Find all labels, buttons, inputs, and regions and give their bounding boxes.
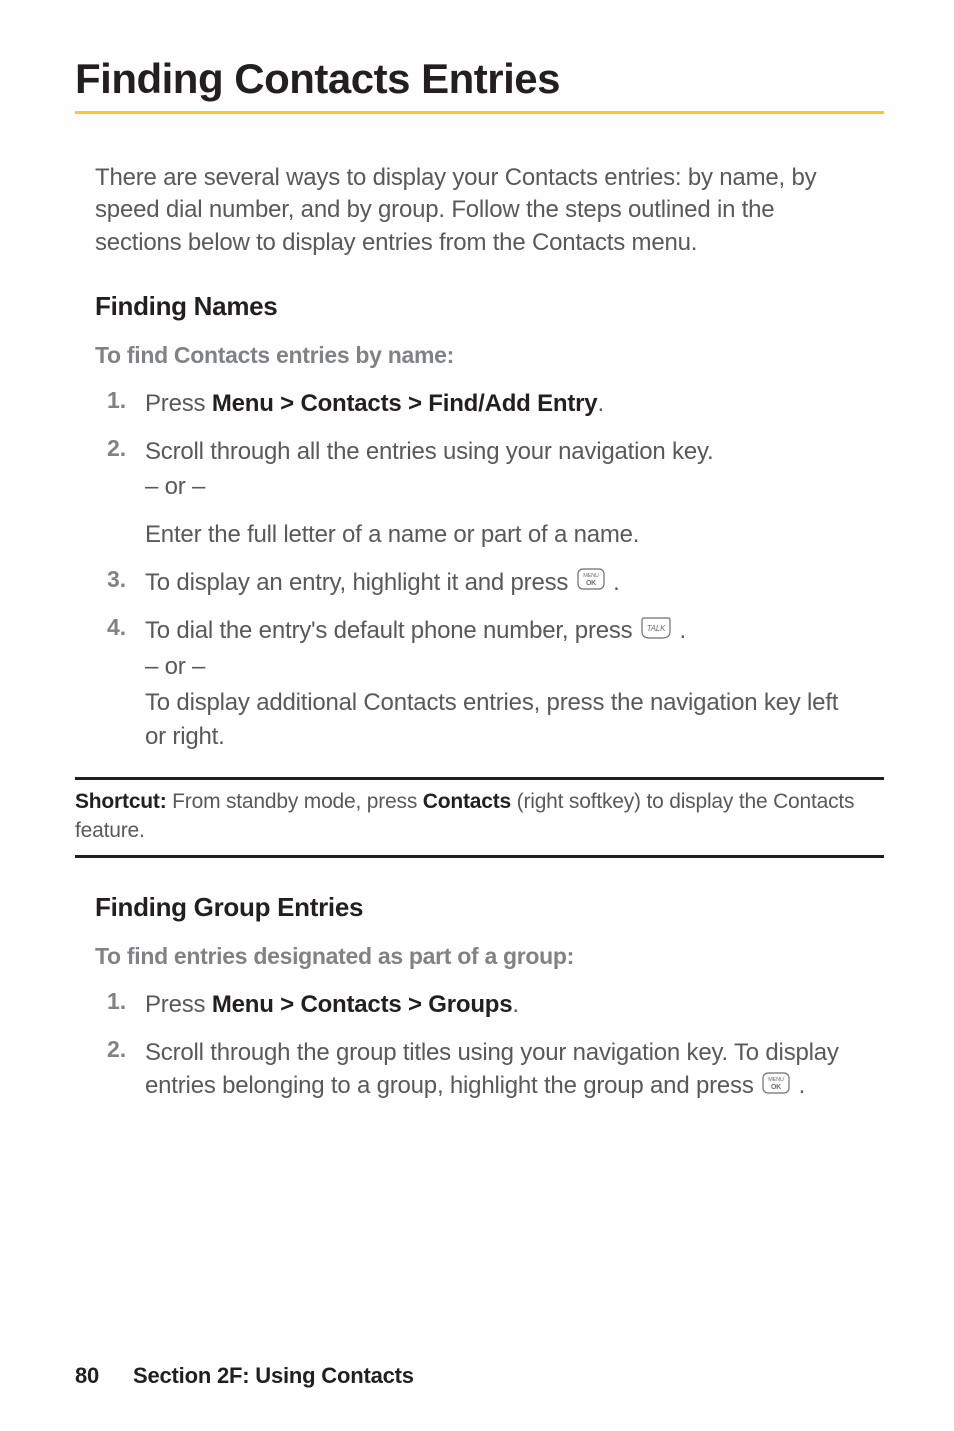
menu-ok-key-icon: MENUOK xyxy=(762,1070,790,1104)
step-sub: Enter the full letter of a name or part … xyxy=(145,518,864,552)
step-post: . xyxy=(597,390,603,417)
step-item: 1. Press Menu > Contacts > Find/Add Entr… xyxy=(95,387,864,421)
step-text: To dial the entry's default phone number… xyxy=(145,614,864,753)
step-item: 3. To display an entry, highlight it and… xyxy=(95,566,864,600)
step-bold: Menu > Contacts > Find/Add Entry xyxy=(212,390,598,417)
step-item: 4. To dial the entry's default phone num… xyxy=(95,614,864,753)
step-text: Press Menu > Contacts > Groups. xyxy=(145,988,864,1022)
step-main: To dial the entry's default phone number… xyxy=(145,617,639,644)
step-number: 4. xyxy=(95,614,145,641)
talk-key-icon: TALK xyxy=(641,615,671,649)
step-post: . xyxy=(512,991,518,1018)
menu-ok-key-icon: MENUOK xyxy=(577,566,605,600)
svg-text:TALK: TALK xyxy=(647,624,666,633)
page-number: 80 xyxy=(75,1363,99,1388)
page-footer: 80 Section 2F: Using Contacts xyxy=(75,1363,414,1389)
section-label: Section 2F: Using Contacts xyxy=(133,1363,414,1388)
shortcut-callout: Shortcut: From standby mode, press Conta… xyxy=(75,777,884,858)
instruction-find-group: To find entries designated as part of a … xyxy=(95,943,864,970)
intro-paragraph: There are several ways to display your C… xyxy=(95,162,864,259)
step-item: 1. Press Menu > Contacts > Groups. xyxy=(95,988,864,1022)
page-title: Finding Contacts Entries xyxy=(75,55,884,114)
step-number: 1. xyxy=(95,988,145,1015)
step-bold: Menu > Contacts > Groups xyxy=(212,991,513,1018)
step-text: Scroll through all the entries using you… xyxy=(145,435,864,552)
svg-text:OK: OK xyxy=(586,580,596,587)
svg-text:OK: OK xyxy=(771,1084,781,1091)
step-main: Scroll through all the entries using you… xyxy=(145,438,713,465)
shortcut-bold: Contacts xyxy=(423,790,511,813)
shortcut-label: Shortcut: xyxy=(75,790,167,813)
step-text: Scroll through the group titles using yo… xyxy=(145,1036,864,1104)
steps-list-groups: 1. Press Menu > Contacts > Groups. 2. Sc… xyxy=(95,988,864,1104)
step-pre: Press xyxy=(145,390,212,417)
step-item: 2. Scroll through the group titles using… xyxy=(95,1036,864,1104)
instruction-find-by-name: To find Contacts entries by name: xyxy=(95,342,864,369)
subheading-finding-groups: Finding Group Entries xyxy=(95,892,864,923)
step-main: Scroll through the group titles using yo… xyxy=(145,1039,839,1100)
step-sub: To display additional Contacts entries, … xyxy=(145,689,838,750)
step-text: Press Menu > Contacts > Find/Add Entry. xyxy=(145,387,864,421)
step-main: To display an entry, highlight it and pr… xyxy=(145,569,575,596)
step-post: . xyxy=(679,617,685,644)
step-item: 2. Scroll through all the entries using … xyxy=(95,435,864,552)
shortcut-pre: From standby mode, press xyxy=(167,790,423,813)
step-number: 3. xyxy=(95,566,145,593)
step-or: – or – xyxy=(145,470,864,504)
step-pre: Press xyxy=(145,991,212,1018)
step-number: 2. xyxy=(95,435,145,462)
step-number: 1. xyxy=(95,387,145,414)
step-or: – or – xyxy=(145,650,864,684)
steps-list-names: 1. Press Menu > Contacts > Find/Add Entr… xyxy=(95,387,864,753)
svg-text:MENU: MENU xyxy=(583,573,599,579)
step-post: . xyxy=(613,569,619,596)
step-number: 2. xyxy=(95,1036,145,1063)
step-text: To display an entry, highlight it and pr… xyxy=(145,566,864,600)
step-post: . xyxy=(799,1072,805,1099)
subheading-finding-names: Finding Names xyxy=(95,291,864,322)
svg-text:MENU: MENU xyxy=(768,1077,784,1083)
